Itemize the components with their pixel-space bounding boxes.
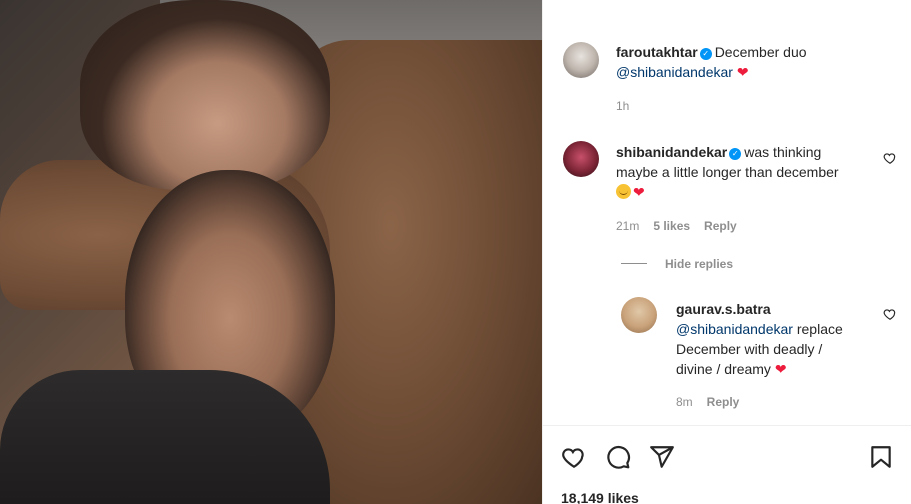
reply-mention[interactable]: @shibanidandekar [676, 321, 793, 337]
comment-username[interactable]: shibanidandekar [616, 144, 727, 160]
comment-time[interactable]: 21m [616, 219, 639, 233]
comment-text-line1: was thinking [744, 144, 822, 160]
comment-like-heart-icon[interactable] [883, 151, 897, 165]
reply-avatar[interactable] [621, 297, 657, 333]
heart-icon[interactable] [561, 444, 587, 470]
share-icon[interactable] [649, 444, 675, 470]
caption-mention[interactable]: @shibanidandekar [616, 64, 733, 80]
comments-panel: faroutakhtar ✓ December duo @shibanidandek… [542, 0, 911, 504]
verified-badge-icon: ✓ [729, 148, 742, 160]
reply-text-line3: divine / dreamy [676, 361, 771, 377]
heart-emoji-icon: ❤ [774, 361, 787, 377]
hide-replies-button[interactable]: Hide replies [665, 257, 733, 271]
comment-likes[interactable]: 5 likes [653, 219, 690, 233]
caption-time[interactable]: 1h [616, 99, 629, 113]
heart-emoji-icon: ❤ [736, 64, 749, 80]
reply-reply-button[interactable]: Reply [707, 395, 740, 409]
wink-emoji-icon [616, 184, 631, 199]
heart-emoji-icon: ❤ [633, 184, 645, 200]
likes-count[interactable]: 18,149 likes [561, 490, 639, 504]
caption-text: December duo [714, 44, 807, 60]
comment: shibanidandekar ✓ was thinking maybe a lit… [616, 142, 876, 202]
caption-username[interactable]: faroutakhtar [616, 44, 698, 60]
verified-badge-icon: ✓ [699, 48, 712, 60]
reply-text-line1: replace [796, 321, 843, 337]
hide-replies-line [621, 263, 647, 264]
photo-woman-head [80, 0, 330, 190]
bookmark-icon[interactable] [868, 444, 894, 470]
reply-meta: 8m Reply [676, 395, 753, 409]
comment-meta: 21m 5 likes Reply [616, 219, 751, 233]
reply-text-line2: December with deadly / [676, 341, 823, 357]
caption-avatar[interactable] [563, 42, 599, 78]
post-photo[interactable] [0, 0, 542, 504]
comment-avatar[interactable] [563, 141, 599, 177]
comment-reply-button[interactable]: Reply [704, 219, 737, 233]
reply-time[interactable]: 8m [676, 395, 693, 409]
reply-username[interactable]: gaurav.s.batra [676, 301, 771, 317]
reply: gaurav.s.batra @shibanidandekar replace … [676, 299, 876, 379]
caption-meta: 1h [616, 99, 643, 113]
actions-divider [543, 425, 911, 426]
comment-text-line2: maybe a little longer than december [616, 164, 839, 180]
comment-icon[interactable] [605, 444, 631, 470]
reply-like-heart-icon[interactable] [883, 307, 897, 321]
caption: faroutakhtar ✓ December duo @shibanidandek… [616, 42, 896, 82]
